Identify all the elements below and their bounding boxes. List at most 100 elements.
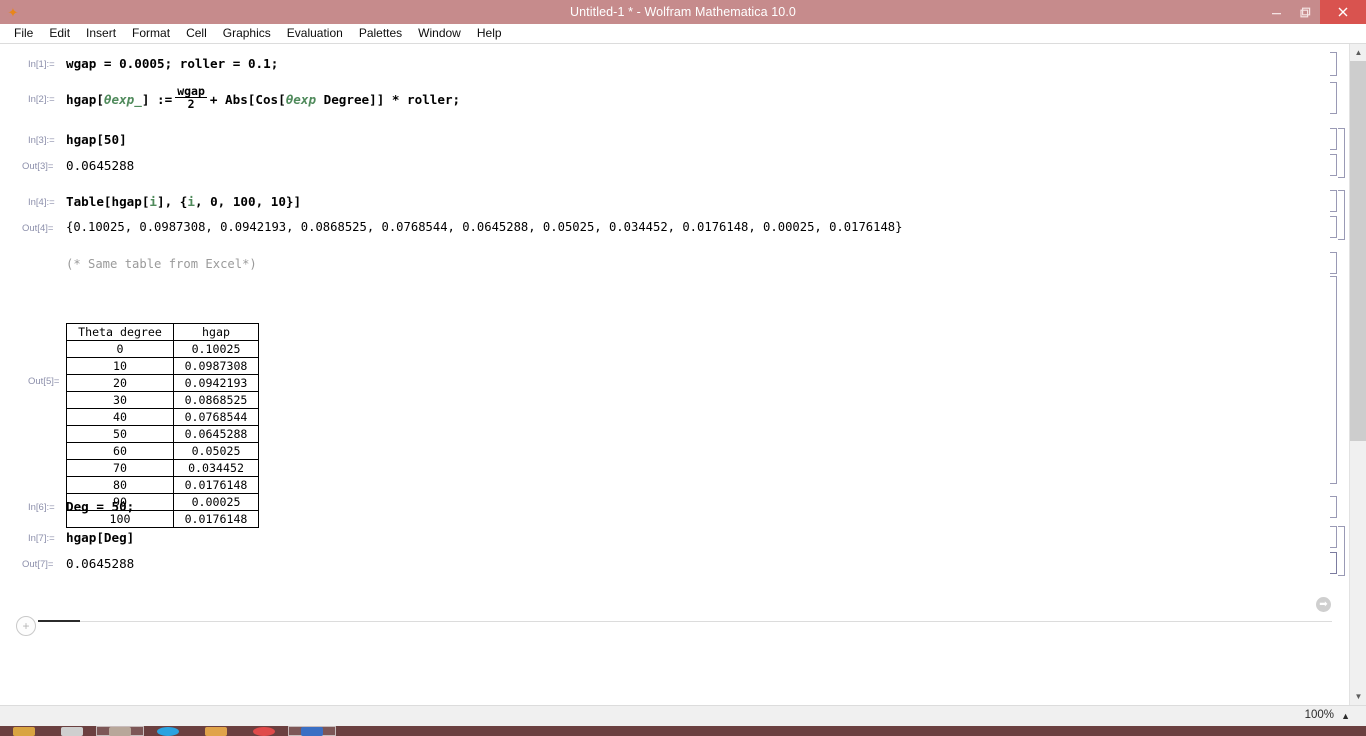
cell-label-out7: Out[7]= (22, 559, 54, 570)
menu-format[interactable]: Format (124, 24, 178, 43)
in4-iter2: i (187, 194, 195, 209)
minimize-button[interactable] (1262, 0, 1291, 24)
cell-theta: 0 (66, 340, 174, 358)
menu-help[interactable]: Help (469, 24, 510, 43)
in4-a: Table[hgap[ (66, 194, 150, 209)
vertical-scrollbar[interactable]: ▲ ▼ (1349, 44, 1366, 705)
menu-file[interactable]: File (6, 24, 41, 43)
in2-pattern: θexp_ (103, 91, 142, 107)
fraction-wgap-over-2: wgap 2 (175, 85, 207, 111)
table-head: Theta degree hgap (66, 323, 259, 341)
cell-output-out3: 0.0645288 (66, 158, 135, 173)
notebook-canvas[interactable]: In[1]:= wgap = 0.0005; roller = 0.1; In[… (0, 44, 1349, 705)
cell-input-in2[interactable]: hgap[θexp_] := wgap 2 + Abs[Cos[θexp Deg… (66, 85, 461, 112)
taskbar-item-media[interactable] (240, 726, 288, 736)
cell-hgap: 0.0987308 (173, 357, 259, 375)
table-row: 70 0.034452 (66, 459, 259, 477)
in2-pattern2: θexp (285, 91, 317, 107)
cell-label-in3: In[3]:= (28, 135, 55, 146)
col-header-hgap: hgap (173, 323, 259, 341)
table-header-row: Theta degree hgap (66, 323, 259, 341)
maximize-button[interactable] (1291, 0, 1320, 24)
scroll-down-arrow-icon[interactable]: ▼ (1350, 688, 1366, 705)
window-controls (1262, 0, 1366, 24)
cell-hgap: 0.0942193 (173, 374, 259, 392)
insertion-caret (38, 620, 80, 622)
zoom-caret-icon[interactable]: ▲ (1341, 711, 1350, 721)
cell-label-in6: In[6]:= (28, 502, 55, 513)
table-row: 40 0.0768544 (66, 408, 259, 426)
title-bar: ✦ Untitled-1 * - Wolfram Mathematica 10.… (0, 0, 1366, 25)
hgap-grid-table: Theta degree hgap 0 0.10025 10 0.0987308 2… (66, 323, 259, 528)
insert-cell-button[interactable]: + (16, 616, 36, 636)
in2-assign: ] := (141, 91, 173, 107)
cell-theta: 30 (66, 391, 174, 409)
cell-hgap: 0.0645288 (173, 425, 259, 443)
cell-input-in4[interactable]: Table[hgap[i], {i, 0, 100, 10}] (66, 194, 301, 209)
taskbar-item-editor[interactable] (288, 726, 336, 736)
cell-label-out4: Out[4]= (22, 223, 54, 234)
cell-hgap: 0.0176148 (173, 476, 259, 494)
mathematica-taskbar-icon (109, 727, 131, 736)
cell-hgap: 0.10025 (173, 340, 259, 358)
folder-icon (205, 727, 227, 736)
menu-insert[interactable]: Insert (78, 24, 124, 43)
taskbar-item-explorer[interactable] (0, 726, 48, 736)
cell-hgap: 0.0176148 (173, 510, 259, 528)
in4-c: , 0, 100, 10}] (194, 194, 302, 209)
table-row: 30 0.0868525 (66, 391, 259, 409)
menu-graphics[interactable]: Graphics (215, 24, 279, 43)
cell-hgap: 0.05025 (173, 442, 259, 460)
table-row: 50 0.0645288 (66, 425, 259, 443)
cell-label-in1: In[1]:= (28, 59, 55, 70)
in2-plus: + Abs[Cos[ (209, 91, 286, 107)
insertion-line (38, 621, 1332, 622)
cell-hgap: 0.0768544 (173, 408, 259, 426)
table-row: 80 0.0176148 (66, 476, 259, 494)
cell-input-in7[interactable]: hgap[Deg] (66, 530, 134, 545)
cell-input-in6[interactable]: Deg = 50; (66, 499, 134, 514)
browser-icon (157, 727, 179, 736)
cell-output-out4: {0.10025, 0.0987308, 0.0942193, 0.086852… (66, 220, 903, 234)
cell-theta: 80 (66, 476, 174, 494)
scroll-up-arrow-icon[interactable]: ▲ (1350, 44, 1366, 61)
table-row: 10 0.0987308 (66, 357, 259, 375)
menu-palettes[interactable]: Palettes (351, 24, 410, 43)
menu-cell[interactable]: Cell (178, 24, 215, 43)
scrollbar-thumb[interactable] (1350, 61, 1366, 441)
menu-edit[interactable]: Edit (41, 24, 78, 43)
table-row: 0 0.10025 (66, 340, 259, 358)
suggestions-bar-icon[interactable]: ➡ (1316, 597, 1331, 612)
close-icon (1338, 7, 1348, 17)
restore-icon (1300, 7, 1311, 17)
close-button[interactable] (1320, 0, 1366, 24)
cell-theta: 10 (66, 357, 174, 375)
cell-comment-excel[interactable]: (* Same table from Excel*) (66, 257, 257, 271)
window-title: Untitled-1 * - Wolfram Mathematica 10.0 (570, 5, 796, 19)
zoom-level-label[interactable]: 100% (1305, 709, 1334, 721)
fraction-numerator: wgap (177, 84, 205, 98)
cell-hgap: 0.00025 (173, 493, 259, 511)
taskbar-item-mathematica[interactable] (96, 726, 144, 736)
editor-icon (301, 727, 323, 736)
menu-evaluation[interactable]: Evaluation (279, 24, 351, 43)
cell-input-in3[interactable]: hgap[50] (66, 132, 127, 147)
calculator-icon (61, 727, 83, 736)
menu-window[interactable]: Window (410, 24, 469, 43)
minimize-icon (1272, 12, 1281, 14)
cell-theta: 20 (66, 374, 174, 392)
table-row: 20 0.0942193 (66, 374, 259, 392)
col-header-theta: Theta degree (66, 323, 174, 341)
taskbar-items (0, 726, 336, 736)
explorer-icon (13, 727, 35, 736)
cell-label-out3: Out[3]= (22, 161, 54, 172)
fraction-denominator: 2 (187, 97, 195, 111)
menu-bar: File Edit Insert Format Cell Graphics Ev… (0, 24, 1366, 44)
in4-b: ], { (157, 194, 188, 209)
taskbar-item-browser[interactable] (144, 726, 192, 736)
cell-theta: 60 (66, 442, 174, 460)
in2-degree: Degree]] * roller; (316, 91, 461, 107)
taskbar-item-folder[interactable] (192, 726, 240, 736)
taskbar-item-calculator[interactable] (48, 726, 96, 736)
cell-input-in1[interactable]: wgap = 0.0005; roller = 0.1; (66, 56, 278, 71)
